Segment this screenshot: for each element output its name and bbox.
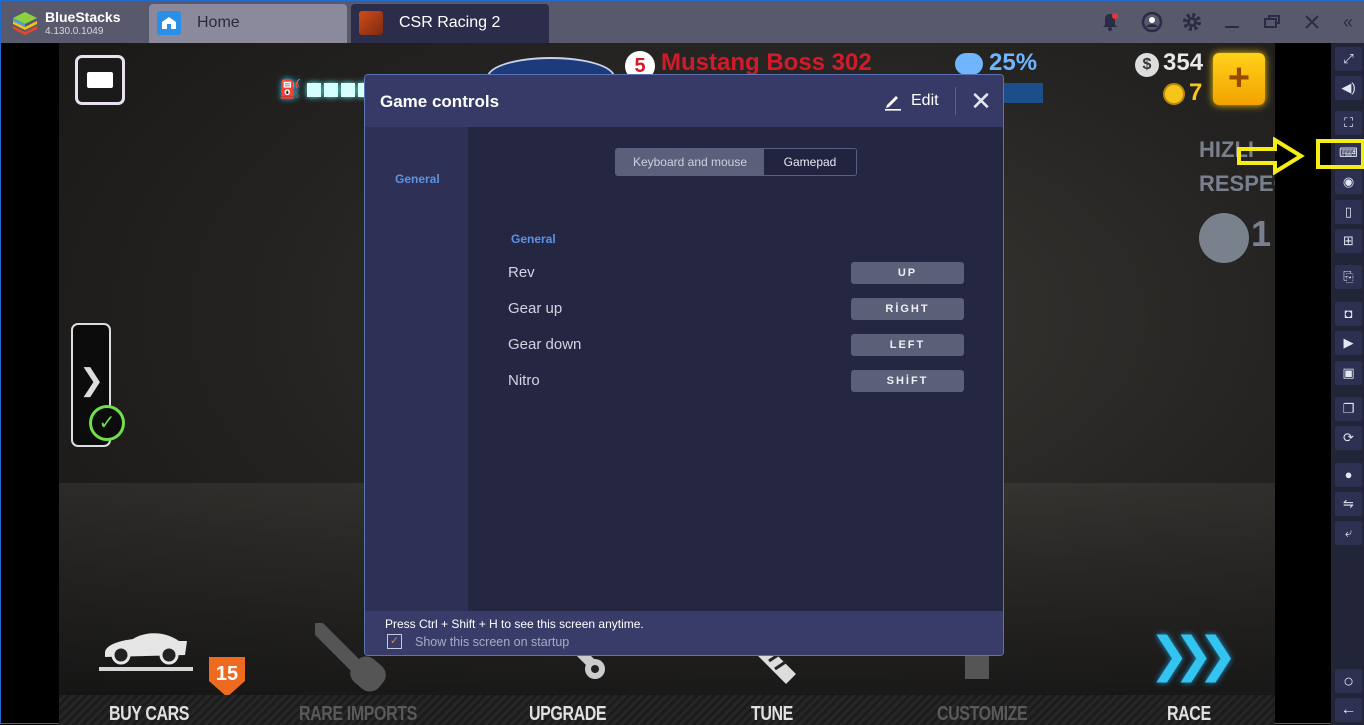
nav-upgrade[interactable]: UPGRADE bbox=[529, 703, 607, 725]
respect-crown-icon bbox=[1199, 213, 1249, 263]
cash-amount: 354 bbox=[1163, 49, 1204, 76]
race-arrows-icon[interactable]: ❯❯❯ bbox=[1149, 627, 1238, 683]
tab-home-label: Home bbox=[197, 14, 240, 31]
car-name: Mustang Boss 302 bbox=[661, 49, 872, 76]
pencil-icon bbox=[885, 96, 901, 111]
control-name: Nitro bbox=[508, 372, 540, 389]
title-bar: BlueStacks 4.130.0.1049 Home CSR Racing … bbox=[1, 1, 1364, 43]
crown-plus-icon bbox=[955, 53, 983, 75]
brand: BlueStacks 4.130.0.1049 bbox=[7, 5, 147, 41]
section-title-general: General bbox=[511, 232, 556, 246]
minimize-icon[interactable] bbox=[1221, 11, 1243, 33]
gamepad-icon[interactable]: ⊞ bbox=[1335, 229, 1362, 253]
sync-icon[interactable]: ⟳ bbox=[1335, 426, 1362, 450]
video-record-icon[interactable]: ▶ bbox=[1335, 331, 1362, 355]
inbox-tray-icon bbox=[87, 72, 113, 88]
dialog-close-icon[interactable]: ✕ bbox=[967, 87, 995, 115]
volume-icon[interactable]: ◀) bbox=[1335, 76, 1362, 100]
location-icon[interactable]: ● bbox=[1335, 463, 1362, 487]
input-mode-toggle: Keyboard and mouse Gamepad bbox=[615, 148, 857, 176]
restore-icon[interactable] bbox=[1261, 11, 1283, 33]
edit-label: Edit bbox=[911, 92, 939, 109]
multi-instance-icon[interactable]: ❐ bbox=[1335, 397, 1362, 421]
keyboard-highlight-box bbox=[1316, 139, 1364, 169]
bluestacks-window: BlueStacks 4.130.0.1049 Home CSR Racing … bbox=[0, 0, 1364, 725]
app-name: BlueStacks bbox=[45, 9, 121, 25]
sidebar-item-general[interactable]: General bbox=[395, 172, 440, 186]
account-icon[interactable] bbox=[1141, 11, 1163, 33]
screenshot-camera-icon[interactable]: ◘ bbox=[1335, 302, 1362, 326]
shake-icon[interactable]: ⇋ bbox=[1335, 492, 1362, 516]
gold-coin-icon bbox=[1163, 83, 1185, 105]
shortcut-hint: Press Ctrl + Shift + H to see this scree… bbox=[385, 617, 644, 631]
back-arrow-icon[interactable]: ← bbox=[1335, 698, 1362, 722]
show-on-startup-checkbox[interactable]: ✓ bbox=[387, 634, 402, 649]
home-circle-icon[interactable]: ○ bbox=[1335, 669, 1362, 693]
tab-keyboard-and-mouse[interactable]: Keyboard and mouse bbox=[616, 149, 764, 175]
edit-button[interactable]: Edit bbox=[883, 89, 945, 115]
gear-icon[interactable] bbox=[1181, 11, 1203, 33]
phone-rotate-icon[interactable]: ▯ bbox=[1335, 200, 1362, 224]
add-currency-button[interactable]: + bbox=[1213, 53, 1265, 105]
tab-gamepad[interactable]: Gamepad bbox=[764, 149, 856, 175]
eye-icon[interactable]: ◉ bbox=[1335, 170, 1362, 194]
media-folder-icon[interactable]: ▣ bbox=[1335, 361, 1362, 385]
respect-percent: 25% bbox=[989, 49, 1038, 76]
rotate-icon[interactable]: ⤶ bbox=[1335, 521, 1362, 545]
chevron-right-icon: ❯ bbox=[79, 364, 105, 397]
close-icon[interactable] bbox=[1301, 11, 1323, 33]
control-key[interactable]: UP bbox=[851, 262, 964, 284]
dialog-title: Game controls bbox=[380, 92, 500, 111]
header-divider bbox=[955, 87, 956, 115]
fullscreen-icon[interactable]: ⤢ bbox=[1335, 47, 1362, 71]
car-icon[interactable] bbox=[99, 627, 193, 673]
nav-buy-cars[interactable]: BUY CARS bbox=[109, 703, 189, 725]
nav-rare-imports[interactable]: RARE IMPORTS bbox=[299, 703, 417, 725]
app-version: 4.130.0.1049 bbox=[45, 26, 104, 37]
collapse-sidebar-icon[interactable]: « bbox=[1337, 11, 1359, 33]
annotation-arrow-icon bbox=[1237, 137, 1305, 175]
car-select-panel[interactable]: ❯ ✓ bbox=[71, 323, 125, 447]
respect-level: 1 bbox=[1251, 213, 1272, 254]
respect-progress-bar bbox=[1003, 83, 1043, 103]
control-name: Gear up bbox=[508, 300, 563, 317]
game-controls-dialog: Game controls Edit ✕ General Keyboard an… bbox=[364, 74, 1004, 656]
dialog-header: Game controls Edit ✕ bbox=[365, 75, 1003, 127]
control-key[interactable]: RİGHT bbox=[851, 298, 964, 320]
gold-amount: 7 bbox=[1189, 79, 1203, 106]
cash-icon: $ bbox=[1135, 53, 1159, 77]
tab-csr-racing-2-label: CSR Racing 2 bbox=[399, 14, 501, 31]
control-row: Nitro SHİFT bbox=[508, 370, 968, 394]
control-key[interactable]: SHİFT bbox=[851, 370, 964, 392]
nav-customize[interactable]: CUSTOMIZE bbox=[937, 703, 1028, 725]
control-row: Gear up RİGHT bbox=[508, 298, 968, 322]
tab-home[interactable]: Home bbox=[149, 4, 347, 43]
control-name: Rev bbox=[508, 264, 535, 281]
bottom-nav-strip bbox=[59, 695, 1275, 725]
fuel-segment bbox=[307, 83, 321, 97]
fuel-segment bbox=[324, 83, 338, 97]
control-row: Gear down LEFT bbox=[508, 334, 968, 358]
inbox-button[interactable] bbox=[75, 55, 125, 105]
bluestacks-logo-icon bbox=[13, 12, 37, 35]
check-circle-icon: ✓ bbox=[89, 405, 125, 441]
bell-icon[interactable] bbox=[1099, 11, 1121, 33]
dialog-sidebar: General bbox=[365, 127, 468, 611]
home-icon bbox=[157, 11, 181, 35]
fuel-pump-icon: ⛽ bbox=[279, 79, 302, 99]
control-key[interactable]: LEFT bbox=[851, 334, 964, 356]
fuel-segment bbox=[341, 83, 355, 97]
tab-csr-racing-2[interactable]: CSR Racing 2 bbox=[351, 4, 549, 43]
csr2-game-icon bbox=[359, 11, 383, 35]
show-on-startup-label[interactable]: Show this screen on startup bbox=[415, 635, 569, 649]
control-row: Rev UP bbox=[508, 262, 968, 286]
nav-race[interactable]: RACE bbox=[1167, 703, 1211, 725]
dialog-footer: Press Ctrl + Shift + H to see this scree… bbox=[365, 611, 1003, 655]
apk-install-icon[interactable]: ⎘ bbox=[1335, 265, 1362, 289]
screen-capture-icon[interactable]: ⛶ bbox=[1335, 111, 1362, 135]
nav-tune[interactable]: TUNE bbox=[751, 703, 793, 725]
control-name: Gear down bbox=[508, 336, 582, 353]
